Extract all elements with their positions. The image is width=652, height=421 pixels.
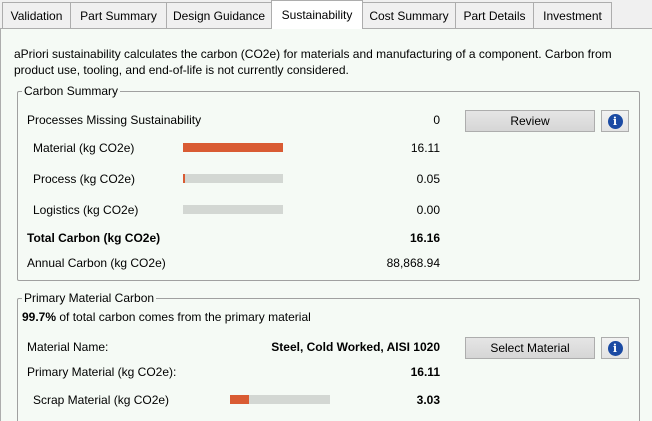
- tab-part-details[interactable]: Part Details: [455, 2, 534, 28]
- sustainability-panel: aPriori sustainability calculates the ca…: [0, 28, 652, 421]
- intro-text: aPriori sustainability calculates the ca…: [14, 47, 612, 77]
- primary-material-label: Primary Material (kg CO2e):: [27, 365, 177, 379]
- total-carbon-value: 16.16: [409, 231, 440, 245]
- primary-material-legend: Primary Material Carbon: [22, 291, 157, 305]
- carbon-summary-legend: Carbon Summary: [22, 84, 121, 98]
- scrap-material-label: Scrap Material (kg CO2e): [33, 393, 170, 407]
- logistics-value: 0.00: [416, 203, 440, 217]
- tab-label: Part Summary: [80, 8, 157, 23]
- process-bar-fill: [183, 174, 185, 183]
- carbon-summary-group: Carbon Summary Processes Missing Sustain…: [17, 84, 640, 281]
- tab-label: Design Guidance: [172, 8, 266, 23]
- scrap-bar-fill: [230, 395, 249, 404]
- primary-material-group: Primary Material Carbon 99.7% of total c…: [17, 291, 640, 421]
- scrap-material-value: 3.03: [416, 393, 440, 407]
- scrap-bar: [230, 395, 330, 404]
- tab-validation[interactable]: Validation: [2, 2, 71, 28]
- annual-carbon-value: 88,868.94: [386, 256, 440, 270]
- tab-label: Sustainability: [281, 8, 353, 22]
- select-material-button-label: Select Material: [490, 341, 570, 355]
- review-button-label: Review: [510, 114, 550, 128]
- material-bar-fill: [183, 143, 283, 152]
- annual-carbon-label: Annual Carbon (kg CO2e): [27, 256, 166, 270]
- info-icon: i: [607, 113, 623, 129]
- total-carbon-label: Total Carbon (kg CO2e): [27, 231, 161, 245]
- material-name-value: Steel, Cold Worked, AISI 1020: [271, 340, 440, 354]
- tab-label: Cost Summary: [369, 8, 449, 23]
- carbon-summary-info-button[interactable]: i: [601, 110, 629, 132]
- process-value: 0.05: [416, 172, 440, 186]
- select-material-button[interactable]: Select Material: [465, 337, 595, 359]
- material-label: Material (kg CO2e): [33, 141, 135, 155]
- primary-material-info-button[interactable]: i: [601, 337, 629, 359]
- info-icon: i: [607, 340, 623, 356]
- material-bar: [183, 143, 283, 152]
- primary-percent-caption: of total carbon comes from the primary m…: [56, 310, 311, 324]
- tab-bar: Validation Part Summary Design Guidance …: [0, 0, 652, 29]
- processes-missing-label: Processes Missing Sustainability: [27, 113, 202, 127]
- tab-design-guidance[interactable]: Design Guidance: [166, 2, 272, 28]
- primary-percent-text: 99.7% of total carbon comes from the pri…: [22, 310, 311, 324]
- material-value: 16.11: [410, 141, 440, 155]
- material-name-label: Material Name:: [27, 340, 109, 354]
- process-bar: [183, 174, 283, 183]
- primary-percent-value: 99.7%: [22, 310, 57, 324]
- tab-part-summary[interactable]: Part Summary: [70, 2, 167, 28]
- processes-missing-value: 0: [433, 113, 440, 127]
- tab-label: Part Details: [463, 8, 526, 23]
- review-button[interactable]: Review: [465, 110, 595, 132]
- tab-label: Validation: [10, 8, 63, 23]
- logistics-label: Logistics (kg CO2e): [33, 203, 139, 217]
- tab-sustainability[interactable]: Sustainability: [271, 0, 363, 29]
- tab-cost-summary[interactable]: Cost Summary: [362, 2, 456, 28]
- logistics-bar: [183, 205, 283, 214]
- tab-label: Investment: [543, 8, 602, 23]
- tab-investment[interactable]: Investment: [533, 2, 612, 28]
- primary-material-value: 16.11: [410, 365, 440, 379]
- process-label: Process (kg CO2e): [33, 172, 136, 186]
